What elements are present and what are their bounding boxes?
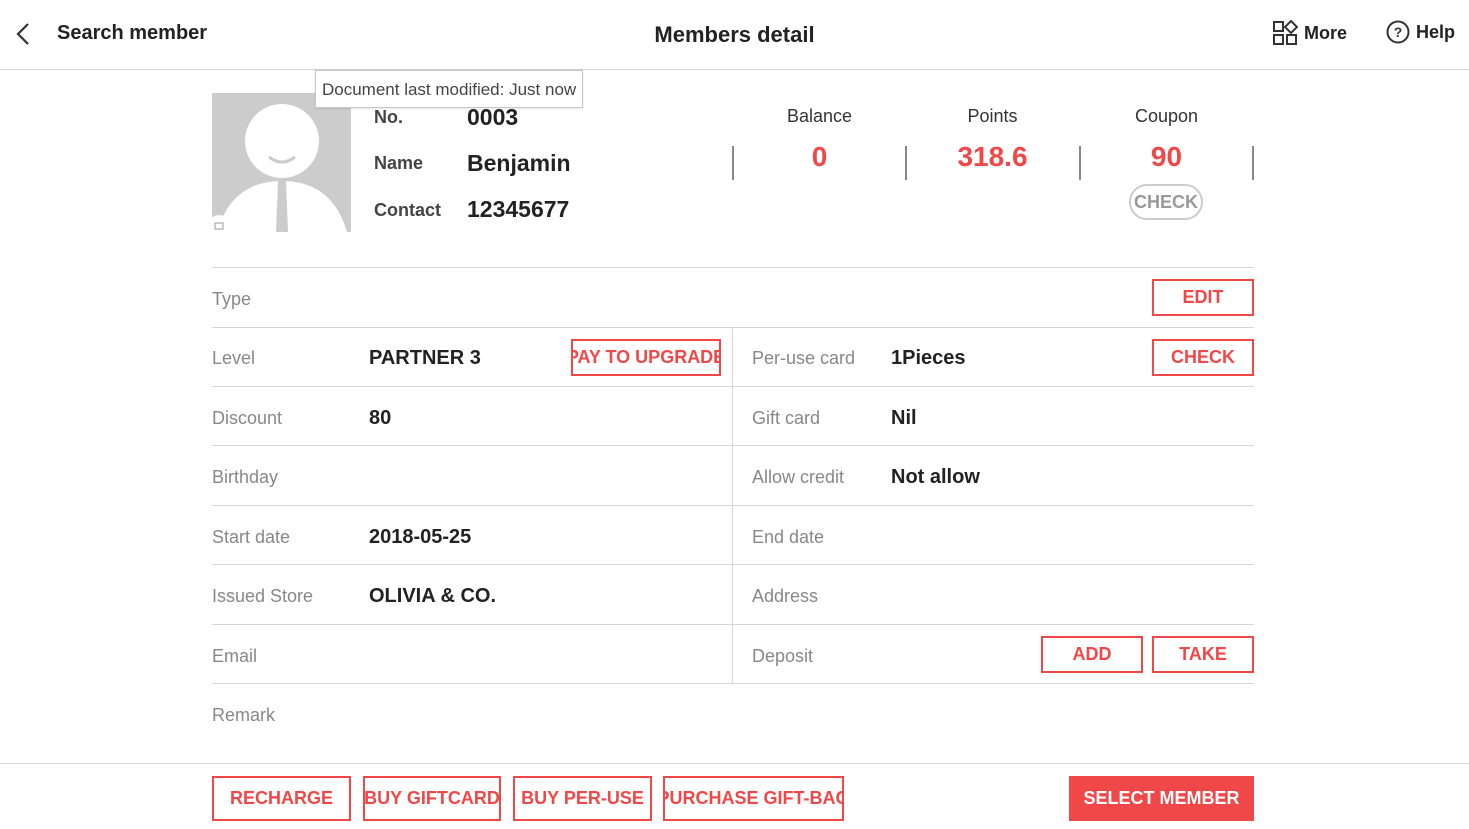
deposit-take-button[interactable]: TAKE [1152,636,1254,673]
divider [0,763,1469,764]
end-date-label: End date [752,527,825,547]
divider [212,683,1254,684]
start-date-value: 2018-05-25 [369,526,472,548]
balance-value: 0 [811,141,828,172]
issued-store-value: OLIVIA & CO. [369,585,497,607]
credit-value: Not allow [891,466,980,488]
avatar[interactable] [212,93,351,232]
help-button[interactable]: ? Help [1386,20,1455,44]
no-label: No. [374,107,403,127]
birthday-label: Birthday [212,467,279,487]
discount-label: Discount [212,408,283,428]
column-divider [732,327,733,684]
address-label: Address [752,586,819,606]
deposit-add-button[interactable]: ADD [1041,636,1143,673]
recharge-button[interactable]: RECHARGE [212,776,351,821]
points-stat: Points 318.6 [906,106,1079,173]
peruse-value: 1Pieces [891,347,966,369]
more-button[interactable]: More [1272,20,1347,46]
help-label: Help [1416,21,1456,42]
issued-store-label: Issued Store [212,586,314,606]
points-label: Points [967,106,1018,126]
edit-type-button[interactable]: EDIT [1152,279,1254,316]
level-value: PARTNER 3 [369,347,481,369]
coupon-value: 90 [1150,141,1183,172]
divider [212,445,1254,446]
email-label: Email [212,646,258,666]
balance-label: Balance [786,106,853,126]
more-label: More [1304,22,1348,43]
help-icon: ? [1386,20,1410,44]
page-title: Members detail [654,22,815,47]
name-label: Name [374,153,424,173]
deposit-label: Deposit [752,646,814,666]
balance-stat: Balance 0 [733,106,906,173]
svg-text:?: ? [1394,24,1403,40]
credit-label: Allow credit [752,467,845,487]
pay-to-upgrade-button[interactable]: PAY TO UPGRADE [571,339,721,376]
type-label: Type [212,289,252,309]
person-icon [212,104,347,232]
peruse-label: Per-use card [752,348,856,368]
divider [212,624,1254,625]
grid-icon [1273,20,1298,45]
contact-label: Contact [374,200,441,220]
coupon-label: Coupon [1134,106,1199,126]
buy-per-use-button[interactable]: BUY PER-USE [513,776,652,821]
coupon-check-button[interactable]: CHECK [1129,184,1203,220]
top-bar: Search member Members detail More ? Help [0,0,1469,70]
divider [212,564,1254,565]
divider [212,505,1254,506]
remark-label: Remark [212,705,276,725]
buy-giftcard-button[interactable]: BUY GIFTCARD [363,776,501,821]
select-member-button[interactable]: SELECT MEMBER [1069,776,1254,821]
member-name: Benjamin [467,150,571,176]
tooltip: Document last modified: Just now [315,70,584,108]
start-date-label: Start date [212,527,291,547]
peruse-check-button[interactable]: CHECK [1152,339,1254,376]
discount-value: 80 [369,407,392,429]
divider [212,386,1254,387]
divider [212,267,1254,268]
divider [212,327,1254,328]
giftcard-value: Nil [891,407,917,429]
level-label: Level [212,348,256,368]
member-contact: 12345677 [467,196,570,222]
points-value: 318.6 [957,141,1028,172]
purchase-gift-bag-button[interactable]: PURCHASE GIFT-BAG [663,776,844,821]
coupon-stat: Coupon 90 [1080,106,1253,173]
giftcard-label: Gift card [752,408,821,428]
